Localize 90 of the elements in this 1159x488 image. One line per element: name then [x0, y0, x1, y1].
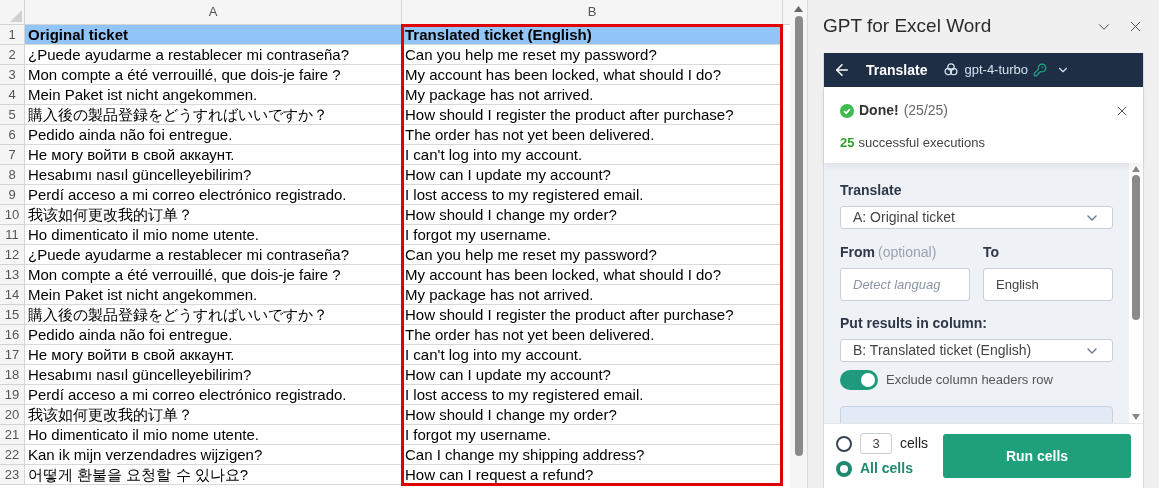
table-cell: Mon compte a été verrouillé, que dois-je faire ? — [25, 265, 402, 285]
header-title: Translate — [866, 60, 928, 80]
table-cell: 購入後の製品登録をどうすればいいですか？ — [25, 105, 402, 125]
table-cell: Kan ik mijn verzendadres wijzigen? — [25, 445, 402, 465]
table-cell: I lost access to my registered email. — [402, 185, 783, 205]
row-number[interactable]: 1 — [0, 25, 25, 45]
table-cell: Ho dimenticato il mio nome utente. — [25, 425, 402, 445]
model-selector[interactable]: gpt-4-turbo — [943, 60, 1071, 80]
table-cell: Mein Paket ist nicht angekommen. — [25, 85, 402, 105]
table-cell: Ho dimenticato il mio nome utente. — [25, 225, 402, 245]
cell-count-field[interactable]: 3 — [860, 433, 892, 454]
table-cell: How should I register the product after purchase? — [402, 105, 783, 125]
row-number[interactable]: 17 — [0, 345, 25, 365]
row-number[interactable]: 14 — [0, 285, 25, 305]
table-cell: Не могу войти в свой аккаунт. — [25, 145, 402, 165]
row-number[interactable]: 5 — [0, 105, 25, 125]
table-cell: The order has not yet been delivered. — [402, 325, 783, 345]
table-cell: Can you help me reset my password? — [402, 45, 783, 65]
table-cell: My package has not arrived. — [402, 85, 783, 105]
table-cell: Mon compte a été verrouillé, que dois-je faire ? — [25, 65, 402, 85]
field-label: Translate — [840, 181, 903, 200]
table-cell: I can't log into my account. — [402, 145, 783, 165]
table-cell: How can I update my account? — [402, 165, 783, 185]
row-number[interactable]: 19 — [0, 385, 25, 405]
success-text: successful executions — [858, 134, 985, 152]
table-cell: 我该如何更改我的订单？ — [25, 405, 402, 425]
radio-label: cells — [900, 434, 928, 453]
table-cell: I forgot my username. — [402, 425, 783, 445]
row-number[interactable]: 12 — [0, 245, 25, 265]
table-cell: How can I update my account? — [402, 365, 783, 385]
row-number[interactable]: 23 — [0, 465, 25, 485]
table-cell: I lost access to my registered email. — [402, 385, 783, 405]
row-number[interactable]: 3 — [0, 65, 25, 85]
field-label: From — [840, 243, 875, 262]
table-cell: 어떻게 환불을 요청할 수 있나요? — [25, 465, 402, 485]
table-cell: My account has been locked, what should I do? — [402, 265, 783, 285]
column-header[interactable]: A — [25, 0, 402, 24]
table-cell: I can't log into my account. — [402, 345, 783, 365]
row-number[interactable]: 21 — [0, 425, 25, 445]
source-language-field[interactable]: Detect languag — [840, 268, 970, 301]
table-cell: Pedido ainda não foi entregue. — [25, 125, 402, 145]
table-cell: Perdí acceso a mi correo electrónico registrado. — [25, 185, 402, 205]
table-cell: ¿Puede ayudarme a restablecer mi contraseña? — [25, 245, 402, 265]
row-number[interactable]: 2 — [0, 45, 25, 65]
table-cell: The order has not yet been delivered. — [402, 125, 783, 145]
row-number[interactable]: 4 — [0, 85, 25, 105]
table-cell: How should I register the product after purchase? — [402, 305, 783, 325]
table-cell: Hesabımı nasıl güncelleyebilirim? — [25, 365, 402, 385]
row-number[interactable]: 13 — [0, 265, 25, 285]
row-number[interactable]: 18 — [0, 365, 25, 385]
source-column-select[interactable]: A: Original ticket — [840, 206, 1113, 229]
column-header[interactable]: B — [402, 0, 783, 24]
table-cell: Perdí acceso a mi correo electrónico registrado. — [25, 385, 402, 405]
row-number[interactable]: 11 — [0, 225, 25, 245]
table-cell: I forgot my username. — [402, 225, 783, 245]
row-number[interactable]: 6 — [0, 125, 25, 145]
table-cell: Can I change my shipping address? — [402, 445, 783, 465]
table-cell: How should I change my order? — [402, 405, 783, 425]
table-cell: 我该如何更改我的订单？ — [25, 205, 402, 225]
table-cell: Pedido ainda não foi entregue. — [25, 325, 402, 345]
row-number[interactable]: 22 — [0, 445, 25, 465]
table-cell: My account has been locked, what should I do? — [402, 65, 783, 85]
toggle-label: Exclude column headers row — [886, 371, 1053, 390]
table-cell: 購入後の製品登録をどうすればいいですか？ — [25, 305, 402, 325]
success-count: 25 — [840, 134, 855, 152]
table-cell: How should I change my order? — [402, 205, 783, 225]
optional-hint: (optional) — [878, 243, 937, 262]
table-cell: How can I request a refund? — [402, 465, 783, 485]
target-language-field[interactable]: English — [983, 268, 1113, 301]
table-cell: My package has not arrived. — [402, 285, 783, 305]
field-label: Put results in column: — [840, 314, 988, 333]
row-number[interactable]: 7 — [0, 145, 25, 165]
radio-label: All cells — [860, 459, 913, 478]
table-cell: ¿Puede ayudarme a restablecer mi contraseña? — [25, 45, 402, 65]
row-number[interactable]: 8 — [0, 165, 25, 185]
status-count: (25/25) — [903, 101, 950, 120]
row-number[interactable]: 15 — [0, 305, 25, 325]
pane-title: GPT for Excel Word — [823, 14, 993, 39]
row-number[interactable]: 16 — [0, 325, 25, 345]
row-number[interactable]: 10 — [0, 205, 25, 225]
table-cell: Can you help me reset my password? — [402, 245, 783, 265]
row-number[interactable]: 9 — [0, 185, 25, 205]
table-cell: Hesabımı nasıl güncelleyebilirim? — [25, 165, 402, 185]
row-number[interactable]: 20 — [0, 405, 25, 425]
table-cell: Original ticket — [25, 25, 402, 45]
table-cell: Не могу войти в свой аккаунт. — [25, 345, 402, 365]
result-column-select[interactable]: B: Translated ticket (English) — [840, 339, 1113, 362]
table-cell: Mein Paket ist nicht angekommen. — [25, 285, 402, 305]
status-title: Done! — [859, 101, 899, 120]
field-label: To — [983, 243, 1001, 262]
